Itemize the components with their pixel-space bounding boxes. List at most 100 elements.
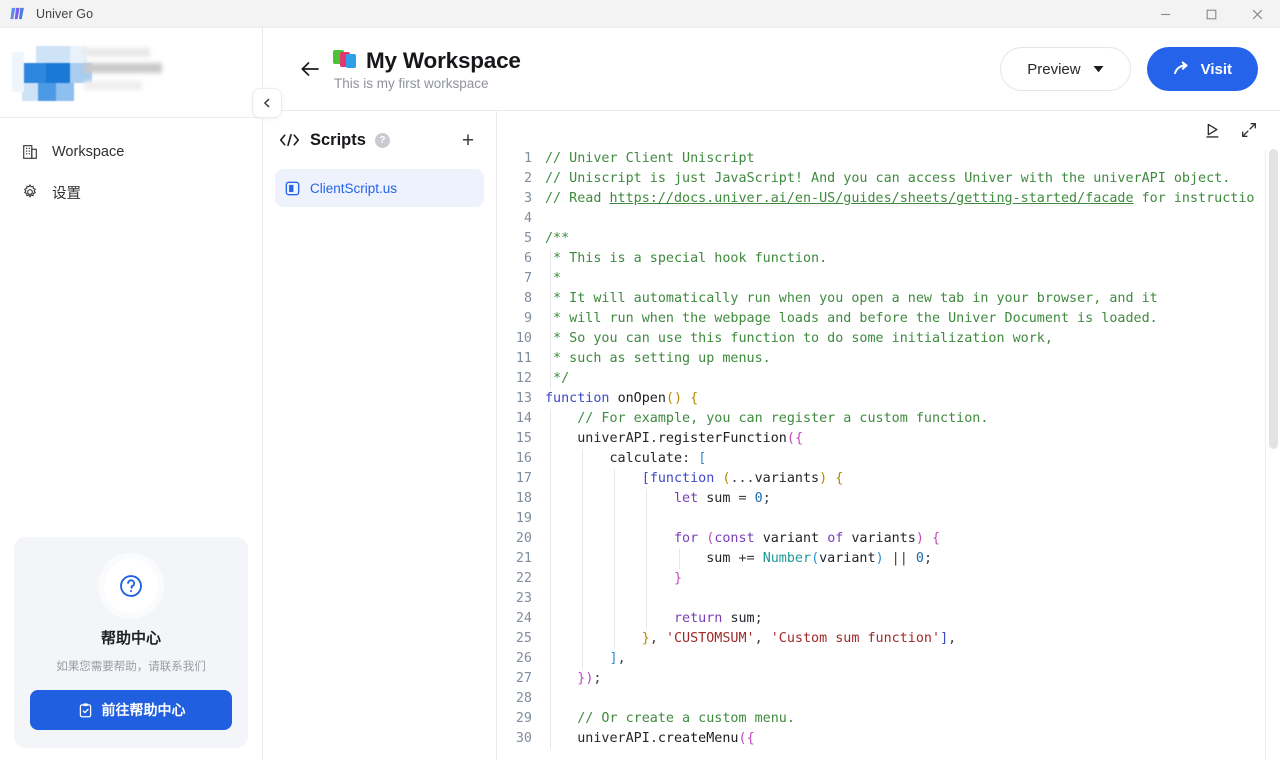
indent-guide (646, 609, 648, 629)
code-line-text: }, 'CUSTOMSUM', 'Custom sum function'], (545, 629, 956, 649)
code-line: 25 }, 'CUSTOMSUM', 'Custom sum function'… (497, 629, 1280, 649)
indent-guide (549, 409, 551, 429)
indent-guide (614, 549, 616, 569)
sidebar-item-label: Workspace (52, 144, 125, 160)
preview-dropdown-button[interactable]: Preview (1000, 47, 1131, 91)
code-line-text: [function (...variants) { (545, 469, 843, 489)
back-button[interactable] (297, 56, 323, 82)
code-line: 3 // Read https://docs.univer.ai/en-US/gu… (497, 189, 1280, 209)
add-script-button[interactable]: + (456, 128, 480, 152)
code-line: 28 (497, 689, 1280, 709)
window-titlebar: Univer Go (0, 0, 1280, 28)
arrow-share-icon (1173, 61, 1191, 77)
code-line: 20 for (const variant of variants) { (497, 529, 1280, 549)
line-number: 12 (515, 371, 532, 386)
question-circle-icon (104, 559, 158, 613)
code-line-text: * This is a special hook function. (545, 249, 827, 269)
indent-guide (549, 269, 551, 289)
app-shell: Workspace 设置 帮助中心 如果您需要帮助，请联系我们 前往帮助中心 M… (0, 28, 1280, 760)
line-number: 4 (523, 211, 532, 226)
code-line: 13 function onOpen() { (497, 389, 1280, 409)
code-line-text: // Univer Client Uniscript (545, 151, 755, 166)
code-line-text: * So you can use this function to do som… (545, 329, 1053, 349)
script-file-name: ClientScript.us (310, 180, 398, 196)
code-line-text: calculate: [ (545, 449, 706, 469)
sidebar-item-settings[interactable]: 设置 (10, 172, 252, 212)
expand-fullscreen-icon[interactable] (1240, 121, 1258, 139)
line-number: 23 (515, 591, 532, 606)
line-number: 1 (523, 151, 532, 166)
indent-guide (549, 709, 551, 729)
line-number: 25 (515, 631, 532, 646)
code-line: 30 univerAPI.createMenu({ (497, 729, 1280, 749)
line-number: 28 (515, 691, 532, 706)
run-script-icon[interactable] (1203, 121, 1222, 140)
sidebar-collapse-button[interactable] (252, 88, 282, 118)
code-line-text: // Or create a custom menu. (545, 709, 795, 729)
indent-guide (549, 549, 551, 569)
code-line: 9 * will run when the webpage loads and … (497, 309, 1280, 329)
avatar-blurred (12, 42, 162, 104)
visit-label: Visit (1200, 60, 1232, 78)
indent-guide (582, 529, 584, 549)
code-line: 26 ], (497, 649, 1280, 669)
code-line: 22 } (497, 569, 1280, 589)
code-line-text: for (const variant of variants) { (545, 529, 940, 549)
question-mark-icon[interactable]: ? (374, 132, 390, 148)
window-controls (1142, 0, 1280, 28)
code-line: 2 // Uniscript is just JavaScript! And yo… (497, 169, 1280, 189)
code-line: 19 (497, 509, 1280, 529)
sidebar-nav: Workspace 设置 (0, 118, 262, 212)
code-line-text: }); (545, 669, 601, 689)
indent-guide (614, 529, 616, 549)
arrow-left-icon (299, 59, 321, 79)
indent-guide (549, 509, 551, 529)
sidebar-item-workspace[interactable]: Workspace (10, 132, 252, 172)
indent-guide (614, 509, 616, 529)
line-number: 16 (515, 451, 532, 466)
indent-guide (549, 309, 551, 329)
line-number: 10 (515, 331, 532, 346)
indent-guide (614, 469, 616, 489)
stacked-squares-icon (333, 49, 357, 72)
scripts-panel-header: Scripts ? + (275, 111, 484, 169)
indent-guide (614, 489, 616, 509)
line-number: 20 (515, 531, 532, 546)
app-title: Univer Go (36, 6, 94, 21)
code-line-text: // Uniscript is just JavaScript! And you… (545, 171, 1231, 186)
line-number: 22 (515, 571, 532, 586)
indent-guide (614, 569, 616, 589)
user-profile-block[interactable] (0, 28, 262, 118)
code-editor: 1 // Univer Client Uniscript 2 // Uniscript… (497, 110, 1280, 760)
chevron-down-icon (1093, 65, 1104, 73)
line-number: 29 (515, 711, 532, 726)
indent-guide (582, 609, 584, 629)
workspace-header: My Workspace This is my first workspace … (263, 28, 1280, 110)
indent-guide (549, 729, 551, 749)
indent-guide (582, 469, 584, 489)
line-number: 8 (523, 291, 532, 306)
visit-button[interactable]: Visit (1146, 47, 1258, 91)
script-list-item-clientscript[interactable]: ClientScript.us (275, 169, 484, 207)
indent-guide (646, 509, 648, 529)
indent-guide (549, 249, 551, 269)
maximize-button[interactable] (1188, 0, 1234, 28)
workspace-subtitle: This is my first workspace (334, 75, 489, 91)
code-lines: 1 // Univer Client Uniscript 2 // Uniscript… (497, 149, 1280, 749)
editor-scrollbar-thumb[interactable] (1269, 149, 1278, 449)
minimize-button[interactable] (1142, 0, 1188, 28)
indent-guide (646, 489, 648, 509)
indent-guide (549, 589, 551, 609)
go-to-help-center-button[interactable]: 前往帮助中心 (30, 690, 232, 730)
code-line-text: */ (545, 369, 569, 389)
code-content[interactable]: 1 // Univer Client Uniscript 2 // Uniscript… (497, 149, 1280, 760)
script-file-icon (285, 181, 300, 196)
line-number: 6 (523, 251, 532, 266)
indent-guide (549, 689, 551, 709)
indent-guide (582, 649, 584, 669)
editor-scrollbar[interactable] (1266, 149, 1280, 760)
close-button[interactable] (1234, 0, 1280, 28)
workspace-info: My Workspace This is my first workspace (333, 48, 521, 91)
code-line-text: univerAPI.createMenu({ (545, 729, 755, 749)
code-line: 17 [function (...variants) { (497, 469, 1280, 489)
